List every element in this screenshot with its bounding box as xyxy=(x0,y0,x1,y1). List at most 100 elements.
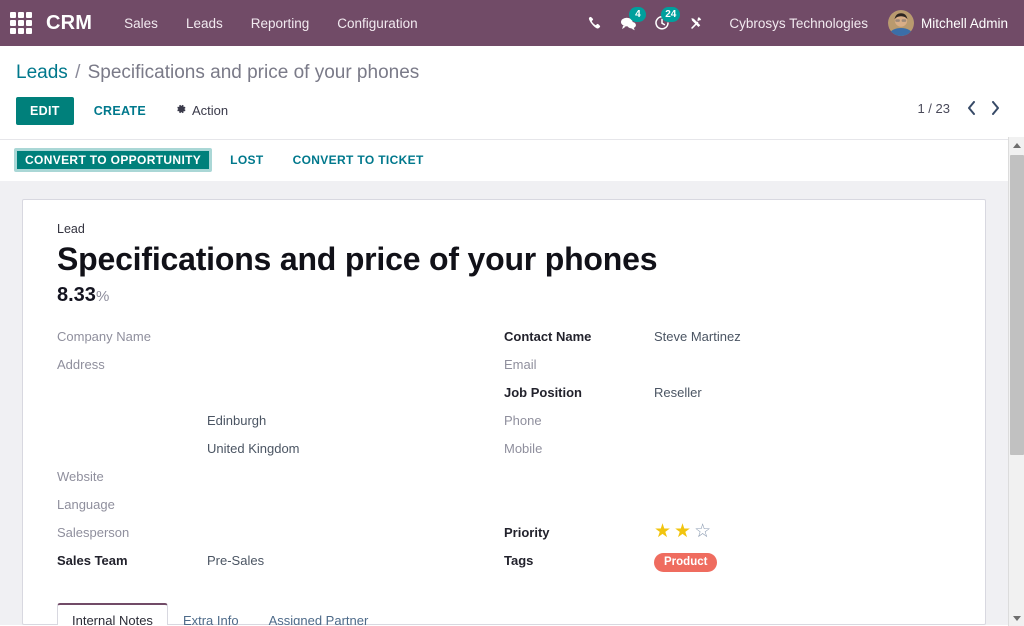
user-name: Mitchell Admin xyxy=(921,16,1008,31)
user-menu[interactable]: Mitchell Admin xyxy=(880,6,1014,40)
star-icon-1[interactable]: ★ xyxy=(654,522,671,541)
field-label-tags: Tags xyxy=(504,553,654,568)
convert-to-ticket-button[interactable]: CONVERT TO TICKET xyxy=(282,147,435,173)
menu-item-leads[interactable]: Leads xyxy=(172,10,237,37)
activities-clock-icon[interactable]: 24 xyxy=(645,6,679,40)
apps-grid-icon[interactable] xyxy=(8,10,34,36)
convert-to-opportunity-button[interactable]: CONVERT TO OPPORTUNITY xyxy=(14,148,212,172)
page-title[interactable]: Specifications and price of your phones xyxy=(57,238,951,280)
breadcrumb-separator: / xyxy=(75,62,80,83)
field-website: Website xyxy=(57,469,504,497)
field-value-contact-name[interactable]: Steve Martinez xyxy=(654,329,951,344)
field-label-email: Email xyxy=(504,357,654,372)
top-navbar: CRM Sales Leads Reporting Configuration xyxy=(0,0,1024,46)
pager-next-button[interactable] xyxy=(984,96,1006,120)
debug-tools-icon[interactable] xyxy=(679,6,713,40)
probability-unit: % xyxy=(96,288,109,305)
field-label-website: Website xyxy=(57,469,207,484)
field-email: Email xyxy=(504,357,951,385)
field-language: Language xyxy=(57,497,504,525)
field-label-address: Address xyxy=(57,357,207,372)
field-label-company-name: Company Name xyxy=(57,329,207,344)
field-value-address-city[interactable]: Edinburgh xyxy=(207,413,504,428)
field-value-tags: Product xyxy=(654,553,951,572)
breadcrumb-current: Specifications and price of your phones xyxy=(88,62,420,83)
company-switcher[interactable]: Cybrosys Technologies xyxy=(713,10,880,37)
pager-previous-button[interactable] xyxy=(960,96,982,120)
star-icon-3[interactable]: ☆ xyxy=(694,522,711,541)
field-priority: Priority ★ ★ ☆ xyxy=(504,525,951,553)
form-columns: Company Name Address Edinburgh xyxy=(57,329,951,581)
app-root: CRM Sales Leads Reporting Configuration xyxy=(0,0,1024,626)
field-phone: Phone xyxy=(504,413,951,441)
record-type-label: Lead xyxy=(57,222,951,236)
form-column-left: Company Name Address Edinburgh xyxy=(57,329,504,581)
field-address-line2 xyxy=(57,385,504,413)
messages-counter: 4 xyxy=(629,7,646,22)
field-value-job-position[interactable]: Reseller xyxy=(654,385,951,400)
field-value-sales-team[interactable]: Pre-Sales xyxy=(207,553,504,568)
edit-button[interactable]: EDIT xyxy=(16,97,74,125)
action-menu-label: Action xyxy=(192,103,228,118)
tab-extra-info[interactable]: Extra Info xyxy=(168,604,254,625)
field-tags: Tags Product xyxy=(504,553,951,581)
form-column-right: Contact Name Steve Martinez Email Job Po… xyxy=(504,329,951,581)
field-spacer-2 xyxy=(504,497,951,525)
field-label-contact-name: Contact Name xyxy=(504,329,654,344)
notebook-tabs: Internal Notes Extra Info Assigned Partn… xyxy=(57,603,951,625)
activities-counter: 24 xyxy=(661,7,680,22)
field-label-salesperson: Salesperson xyxy=(57,525,207,540)
scroll-up-arrow-icon[interactable] xyxy=(1009,137,1024,153)
field-address-city: Edinburgh xyxy=(57,413,504,441)
menu-item-sales[interactable]: Sales xyxy=(110,10,172,37)
tab-assigned-partner[interactable]: Assigned Partner xyxy=(254,604,384,625)
phone-icon[interactable] xyxy=(577,6,611,40)
field-sales-team: Sales Team Pre-Sales xyxy=(57,553,504,581)
control-panel-buttons: EDIT CREATE Action xyxy=(16,92,1008,139)
menu-item-reporting[interactable]: Reporting xyxy=(237,10,324,37)
field-label-job-position: Job Position xyxy=(504,385,654,400)
field-company-name: Company Name xyxy=(57,329,504,357)
field-label-sales-team: Sales Team xyxy=(57,553,207,568)
breadcrumb-leads[interactable]: Leads xyxy=(16,62,68,83)
navbar-right-group: 4 24 Cybrosys Technologies xyxy=(577,6,1014,40)
field-label-language: Language xyxy=(57,497,207,512)
probability-value[interactable]: 8.33 xyxy=(57,284,96,306)
field-value-priority: ★ ★ ☆ xyxy=(654,525,951,541)
field-contact-name: Contact Name Steve Martinez xyxy=(504,329,951,357)
pager-value: 1 / 23 xyxy=(909,98,958,119)
probability-row: 8.33% xyxy=(57,284,951,307)
lost-button[interactable]: LOST xyxy=(219,147,274,173)
tag-badge-product[interactable]: Product xyxy=(654,553,717,572)
form-content-area: Lead Specifications and price of your ph… xyxy=(0,181,1008,625)
field-value-address-country[interactable]: United Kingdom xyxy=(207,441,504,456)
avatar xyxy=(888,10,914,36)
star-icon-2[interactable]: ★ xyxy=(674,522,691,541)
pager: 1 / 23 xyxy=(909,96,1006,120)
field-spacer-1 xyxy=(504,469,951,497)
messages-icon[interactable]: 4 xyxy=(611,6,645,40)
breadcrumb: Leads / Specifications and price of your… xyxy=(16,56,1008,92)
field-job-position: Job Position Reseller xyxy=(504,385,951,413)
vertical-scrollbar[interactable] xyxy=(1008,137,1024,626)
field-label-phone: Phone xyxy=(504,413,654,428)
form-statusbar: CONVERT TO OPPORTUNITY LOST CONVERT TO T… xyxy=(0,139,1008,181)
field-salesperson: Salesperson xyxy=(57,525,504,553)
field-label-mobile: Mobile xyxy=(504,441,654,456)
action-menu-button[interactable]: Action xyxy=(164,96,239,125)
field-address-country: United Kingdom xyxy=(57,441,504,469)
form-sheet: Lead Specifications and price of your ph… xyxy=(22,199,986,625)
field-label-priority: Priority xyxy=(504,525,654,540)
field-mobile: Mobile xyxy=(504,441,951,469)
menu-item-configuration[interactable]: Configuration xyxy=(323,10,431,37)
app-brand-crm[interactable]: CRM xyxy=(46,12,92,35)
field-address: Address xyxy=(57,357,504,385)
control-panel: Leads / Specifications and price of your… xyxy=(0,46,1024,139)
priority-stars: ★ ★ ☆ xyxy=(654,522,951,541)
main-menu: Sales Leads Reporting Configuration xyxy=(110,10,431,37)
gear-icon xyxy=(175,103,187,118)
scrollbar-thumb[interactable] xyxy=(1010,155,1024,455)
create-button[interactable]: CREATE xyxy=(80,97,160,125)
tab-internal-notes[interactable]: Internal Notes xyxy=(57,603,168,625)
scroll-down-arrow-icon[interactable] xyxy=(1009,610,1024,626)
